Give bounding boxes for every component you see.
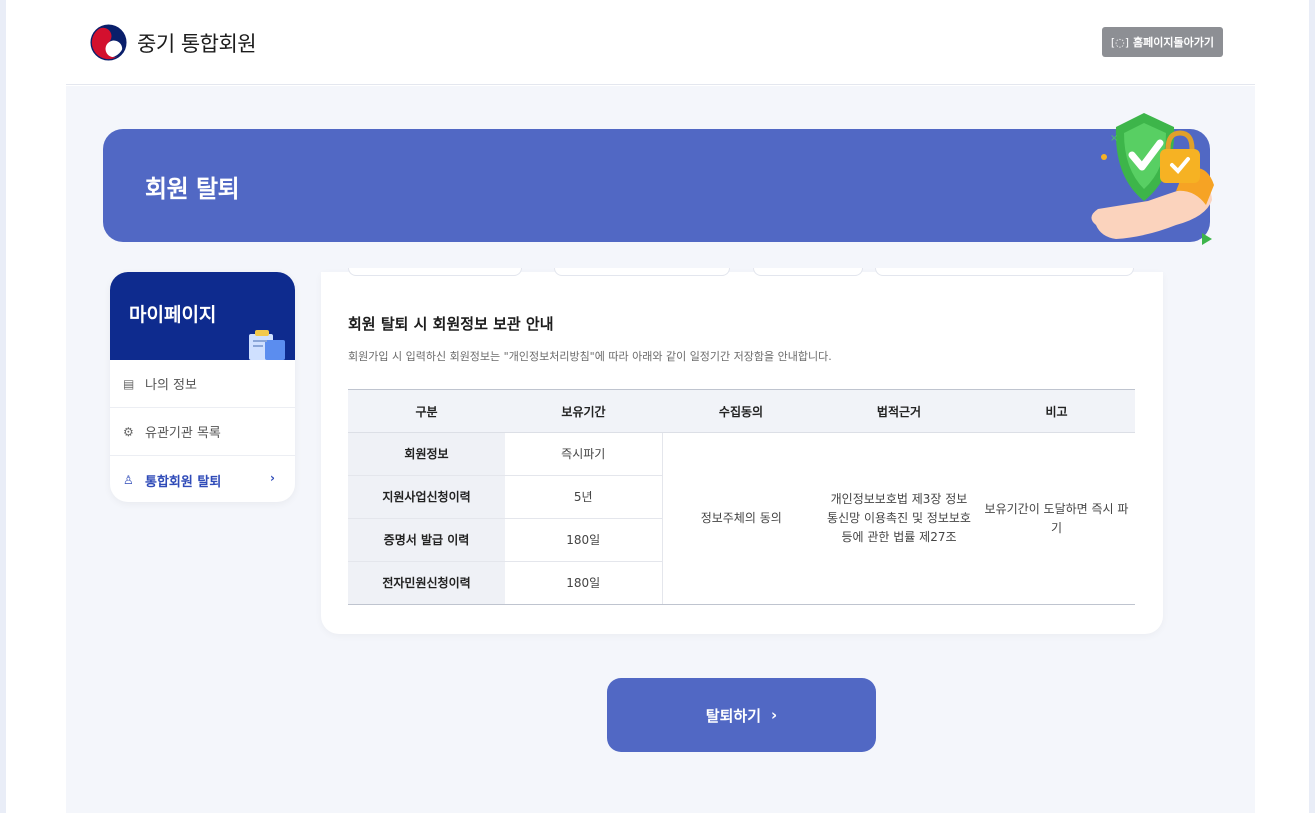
row-period: 180일: [505, 518, 662, 562]
chevron-right-icon: ›: [270, 471, 275, 485]
sidebar-item-related-agencies[interactable]: ⚙ 유관기관 목록: [110, 408, 295, 456]
withdraw-label: 탈퇴하기: [705, 706, 761, 725]
main-area: 회원 탈퇴 × 마이페이지 ▤ 나의 정보 ⚙ 유관기관 목록 ♙ 통합회원 탈…: [66, 86, 1255, 813]
mypage-sidebar: 마이페이지 ▤ 나의 정보 ⚙ 유관기관 목록 ♙ 통합회원 탈퇴 ›: [110, 272, 295, 502]
user-remove-icon: ♙: [123, 473, 134, 487]
sidebar-header: 마이페이지: [110, 272, 295, 360]
sidebar-item-label: 나의 정보: [145, 378, 197, 393]
taegeuk-logo-icon: [90, 24, 127, 61]
home-scan-icon: [◌]: [1110, 35, 1130, 49]
row-period: 180일: [505, 561, 662, 605]
section-title: 회원 탈퇴 시 회원정보 보관 안내: [348, 315, 554, 333]
row-category: 전자민원신청이력: [348, 561, 505, 605]
row-category: 증명서 발급 이력: [348, 518, 505, 562]
row-category: 지원사업신청이력: [348, 475, 505, 519]
column-header: 비고: [978, 389, 1135, 433]
document-folder-icon: [249, 330, 285, 360]
shield-lock-hand-illustration: ×: [1091, 113, 1214, 245]
consent-cell: 정보주체의 동의: [661, 432, 820, 605]
content-card: 회원 탈퇴 시 회원정보 보관 안내 회원가입 시 입력하신 회원정보는 "개인…: [321, 268, 1163, 634]
page-title: 회원 탈퇴: [145, 175, 240, 203]
site-header: 중기 통합회원 [◌] 홈페이지돌아가기: [66, 0, 1255, 85]
site-title: 중기 통합회원: [137, 31, 257, 56]
column-header: 수집동의: [662, 389, 820, 433]
home-return-button[interactable]: [◌] 홈페이지돌아가기: [1101, 27, 1223, 57]
sidebar-item-label: 통합회원 탈퇴: [145, 474, 222, 490]
table-header-row: 구분 보유기간 수집동의 법적근거 비고: [348, 389, 1135, 433]
column-header: 구분: [348, 389, 505, 433]
retention-table: 구분 보유기간 수집동의 법적근거 비고 회원정보 즉시파기 정보주체의 동의 …: [348, 389, 1135, 605]
column-header: 법적근거: [820, 389, 978, 433]
row-period: 5년: [505, 475, 662, 519]
page-banner: 회원 탈퇴 ×: [103, 113, 1214, 245]
sidebar-item-my-info[interactable]: ▤ 나의 정보: [110, 360, 295, 408]
document-icon: ▤: [123, 376, 135, 391]
section-description: 회원가입 시 입력하신 회원정보는 "개인정보처리방침"에 따라 아래와 같이 …: [348, 350, 832, 363]
sidebar-item-label: 유관기관 목록: [145, 426, 221, 441]
note-cell: 보유기간이 도달하면 즉시 파기: [978, 432, 1135, 605]
site-logo[interactable]: 중기 통합회원: [90, 24, 257, 61]
legal-basis-cell: 개인정보보호법 제3장 정보통신망 이용촉진 및 정보보호 등에 관한 법률 제…: [820, 432, 978, 605]
row-category: 회원정보: [348, 432, 505, 476]
sidebar-title: 마이페이지: [129, 304, 217, 326]
scrolled-content-edge: [348, 268, 1134, 276]
withdraw-button[interactable]: 탈퇴하기 ›: [607, 678, 876, 752]
table-row: 회원정보 즉시파기 정보주체의 동의 개인정보보호법 제3장 정보통신망 이용촉…: [348, 432, 1135, 605]
sidebar-item-withdraw[interactable]: ♙ 통합회원 탈퇴 ›: [110, 456, 295, 502]
column-header: 보유기간: [505, 389, 662, 433]
gear-icon: ⚙: [123, 424, 134, 439]
svg-text:×: ×: [1110, 133, 1118, 144]
home-return-label: 홈페이지돌아가기: [1133, 36, 1214, 49]
row-period: 즉시파기: [505, 432, 662, 476]
chevron-right-icon: ›: [771, 706, 778, 724]
